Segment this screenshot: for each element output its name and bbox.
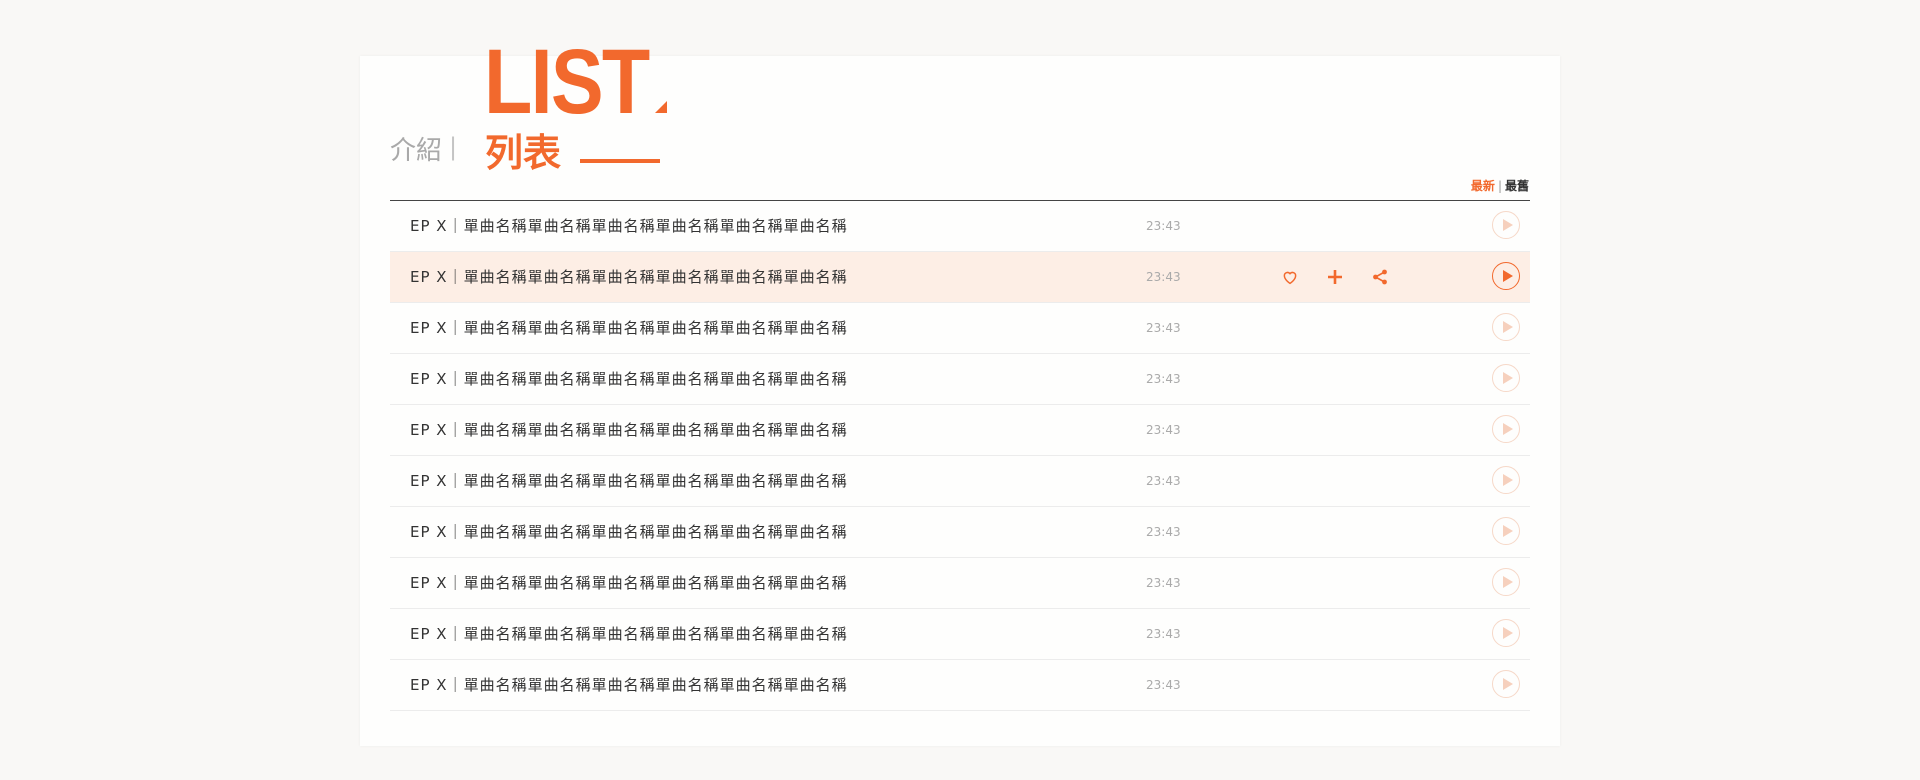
track-row[interactable]: EP X｜單曲名稱單曲名稱單曲名稱單曲名稱單曲名稱單曲名稱 23:43 xyxy=(390,303,1530,354)
play-icon xyxy=(1502,576,1513,588)
track-row[interactable]: EP X｜單曲名稱單曲名稱單曲名稱單曲名稱單曲名稱單曲名稱 23:43 xyxy=(390,456,1530,507)
track-duration: 23:43 xyxy=(1146,219,1181,233)
sort-toggle: 最新 | 最舊 xyxy=(1471,177,1529,194)
play-button[interactable] xyxy=(1492,619,1520,647)
track-title: EP X｜單曲名稱單曲名稱單曲名稱單曲名稱單曲名稱單曲名稱 xyxy=(410,370,848,388)
track-duration: 23:43 xyxy=(1146,678,1181,692)
track-duration: 23:43 xyxy=(1146,525,1181,539)
track-list-card: 介紹 | LIST 列表 最新 | 最舊 EP X｜單曲名稱單曲名稱單曲名稱單曲名稱… xyxy=(360,36,1560,746)
play-button[interactable] xyxy=(1492,364,1520,392)
track-row[interactable]: EP X｜單曲名稱單曲名稱單曲名稱單曲名稱單曲名稱單曲名稱 23:43 xyxy=(390,507,1530,558)
play-button[interactable] xyxy=(1492,517,1520,545)
track-title: EP X｜單曲名稱單曲名稱單曲名稱單曲名稱單曲名稱單曲名稱 xyxy=(410,523,848,541)
track-duration: 23:43 xyxy=(1146,270,1181,284)
heart-icon[interactable] xyxy=(1280,267,1300,287)
play-icon xyxy=(1502,525,1513,537)
track-title: EP X｜單曲名稱單曲名稱單曲名稱單曲名稱單曲名稱單曲名稱 xyxy=(410,217,848,235)
track-duration: 23:43 xyxy=(1146,576,1181,590)
tab-active-underline xyxy=(580,159,660,163)
track-duration: 23:43 xyxy=(1146,474,1181,488)
track-title: EP X｜單曲名稱單曲名稱單曲名稱單曲名稱單曲名稱單曲名稱 xyxy=(410,472,848,490)
track-list: EP X｜單曲名稱單曲名稱單曲名稱單曲名稱單曲名稱單曲名稱 23:43 EP X… xyxy=(390,200,1530,711)
track-title: EP X｜單曲名稱單曲名稱單曲名稱單曲名稱單曲名稱單曲名稱 xyxy=(410,319,848,337)
tab-separator: | xyxy=(449,133,458,161)
sort-oldest-button[interactable]: 最舊 xyxy=(1505,179,1529,193)
play-icon xyxy=(1502,423,1513,435)
sort-separator: | xyxy=(1497,179,1502,193)
track-row[interactable]: EP X｜單曲名稱單曲名稱單曲名稱單曲名稱單曲名稱單曲名稱 23:43 xyxy=(390,558,1530,609)
play-button[interactable] xyxy=(1492,670,1520,698)
track-row[interactable]: EP X｜單曲名稱單曲名稱單曲名稱單曲名稱單曲名稱單曲名稱 23:43 xyxy=(390,405,1530,456)
play-button[interactable] xyxy=(1492,568,1520,596)
track-row[interactable]: EP X｜單曲名稱單曲名稱單曲名稱單曲名稱單曲名稱單曲名稱 23:43 xyxy=(390,252,1530,303)
track-title: EP X｜單曲名稱單曲名稱單曲名稱單曲名稱單曲名稱單曲名稱 xyxy=(410,676,848,694)
tab-intro[interactable]: 介紹 xyxy=(390,130,442,167)
track-title: EP X｜單曲名稱單曲名稱單曲名稱單曲名稱單曲名稱單曲名稱 xyxy=(410,574,848,592)
share-icon[interactable] xyxy=(1370,267,1390,287)
play-icon xyxy=(1502,321,1513,333)
play-button[interactable] xyxy=(1492,211,1520,239)
play-button[interactable] xyxy=(1492,466,1520,494)
track-duration: 23:43 xyxy=(1146,321,1181,335)
track-row[interactable]: EP X｜單曲名稱單曲名稱單曲名稱單曲名稱單曲名稱單曲名稱 23:43 xyxy=(390,354,1530,405)
track-row[interactable]: EP X｜單曲名稱單曲名稱單曲名稱單曲名稱單曲名稱單曲名稱 23:43 xyxy=(390,609,1530,660)
title-corner-decoration xyxy=(655,101,667,113)
plus-icon[interactable] xyxy=(1325,267,1345,287)
play-button[interactable] xyxy=(1492,262,1520,290)
track-duration: 23:43 xyxy=(1146,372,1181,386)
track-row[interactable]: EP X｜單曲名稱單曲名稱單曲名稱單曲名稱單曲名稱單曲名稱 23:43 xyxy=(390,201,1530,252)
track-row[interactable]: EP X｜單曲名稱單曲名稱單曲名稱單曲名稱單曲名稱單曲名稱 23:43 xyxy=(390,660,1530,711)
play-icon xyxy=(1502,219,1513,231)
play-icon xyxy=(1502,678,1513,690)
play-button[interactable] xyxy=(1492,415,1520,443)
track-duration: 23:43 xyxy=(1146,423,1181,437)
play-icon xyxy=(1502,270,1513,282)
play-icon xyxy=(1502,474,1513,486)
list-title-en: LIST xyxy=(484,31,650,133)
play-button[interactable] xyxy=(1492,313,1520,341)
sort-newest-button[interactable]: 最新 xyxy=(1471,179,1495,193)
track-title: EP X｜單曲名稱單曲名稱單曲名稱單曲名稱單曲名稱單曲名稱 xyxy=(410,268,848,286)
track-duration: 23:43 xyxy=(1146,627,1181,641)
play-icon xyxy=(1502,372,1513,384)
track-title: EP X｜單曲名稱單曲名稱單曲名稱單曲名稱單曲名稱單曲名稱 xyxy=(410,421,848,439)
play-icon xyxy=(1502,627,1513,639)
track-title: EP X｜單曲名稱單曲名稱單曲名稱單曲名稱單曲名稱單曲名稱 xyxy=(410,625,848,643)
tab-list[interactable]: 列表 xyxy=(485,122,561,177)
